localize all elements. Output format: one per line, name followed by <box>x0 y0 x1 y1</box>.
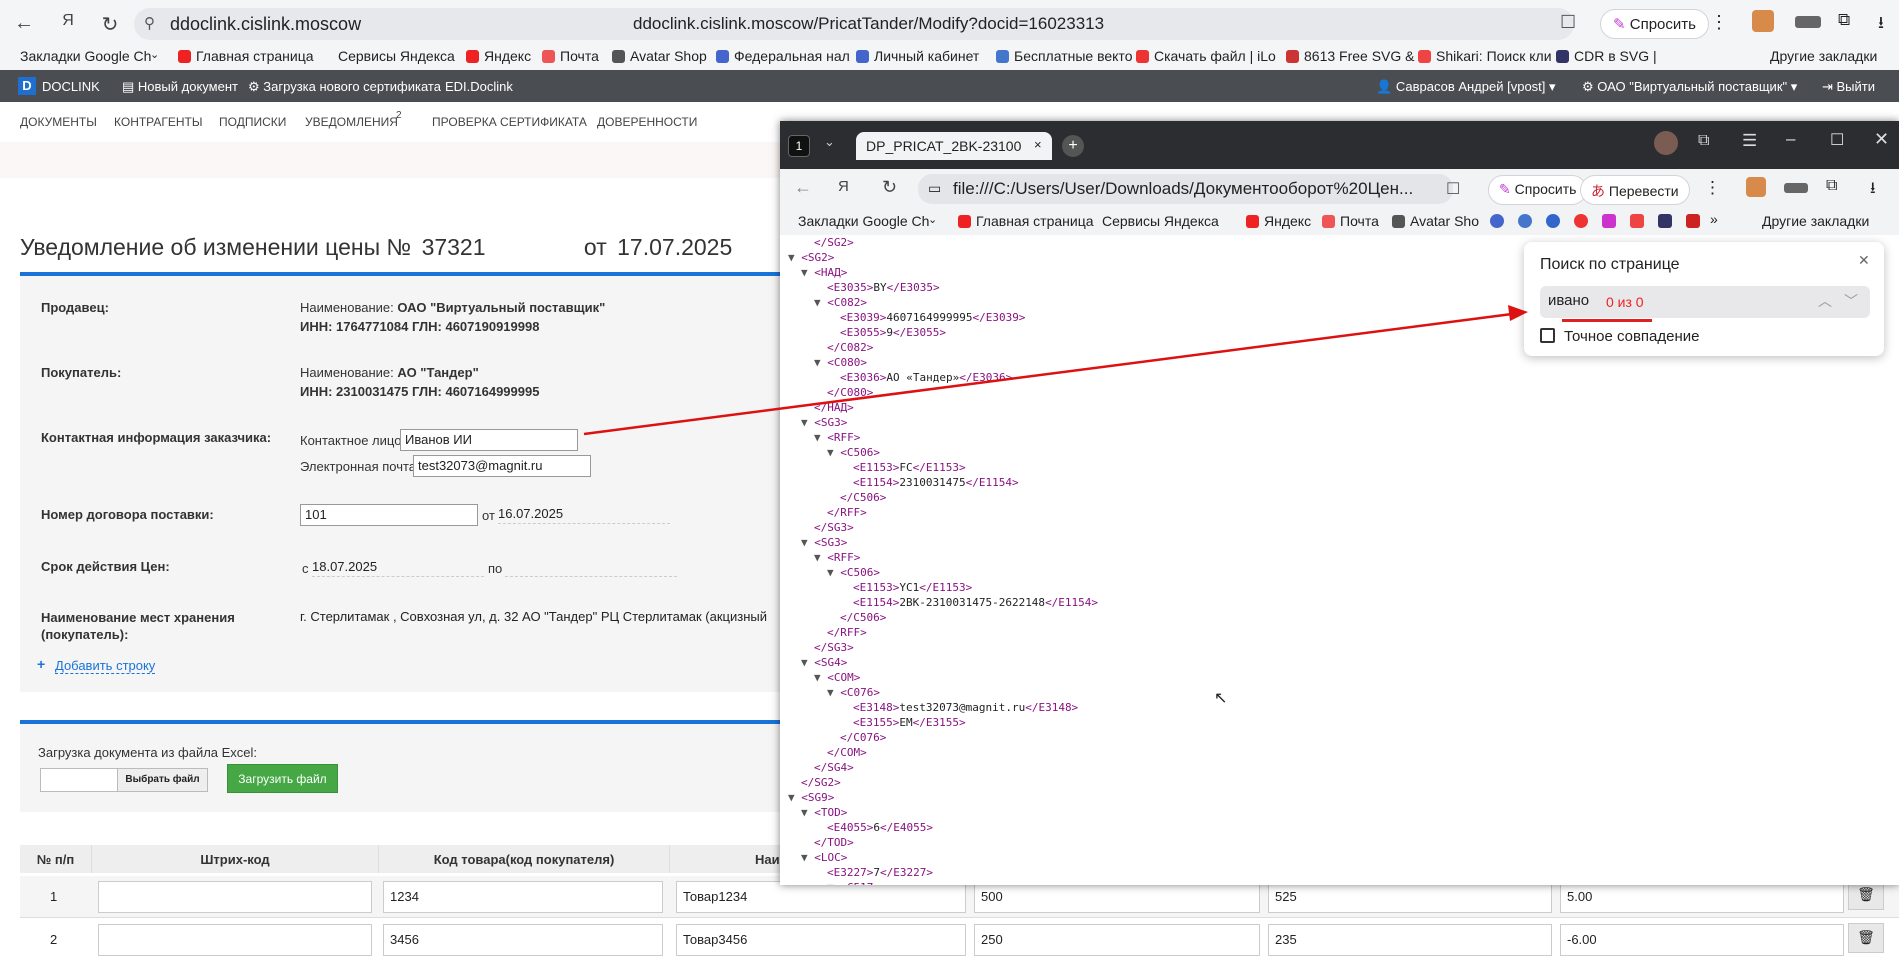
mouse-cursor-icon: ↖ <box>1214 690 1228 707</box>
annotation-arrow <box>583 305 1528 436</box>
